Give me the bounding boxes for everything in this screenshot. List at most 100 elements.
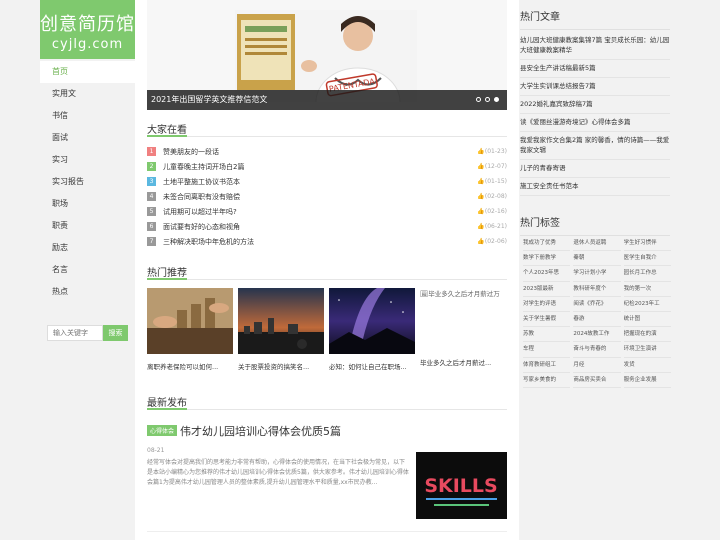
post-title[interactable]: 伟才幼儿园培训心得体会优质5篇 — [180, 425, 341, 438]
banner-slider[interactable]: PATENTADA 2021年出国留学英文推荐信范文 — [147, 0, 507, 110]
tag-link[interactable]: 关于学生暑假 — [523, 312, 571, 328]
tag-link[interactable]: 统计图 — [623, 312, 671, 328]
article-link[interactable]: 施工安全责任书范本 — [520, 178, 670, 196]
tag-link[interactable]: 环境卫生演讲 — [623, 342, 671, 358]
list-item[interactable]: 7 三种解决职场中年危机的方法 👍 (02-06) — [147, 234, 507, 249]
banner-caption[interactable]: 2021年出国留学英文推荐信范文 — [151, 95, 267, 104]
tag-link[interactable]: 教科研年度个 — [573, 282, 621, 297]
tag-link[interactable]: 纪检2023年工 — [623, 297, 671, 312]
list-item-title: 试用期可以超过半年吗? — [163, 207, 237, 216]
thumb-icon: 👍 — [477, 178, 485, 185]
tag-link[interactable]: 退休人员返聘 — [573, 236, 621, 252]
list-item[interactable]: 1 赞美朋友的一段话 👍 (01-23) — [147, 144, 507, 159]
thumb-icon: 👍 — [477, 163, 485, 170]
recommend-title[interactable]: 毕业多久之后才月薪过... — [420, 357, 506, 367]
recommend-title[interactable]: 关于股票投资的搞笑名... — [238, 361, 324, 371]
nav-item-home[interactable]: 首页 — [40, 61, 135, 83]
nav-item-letters[interactable]: 书信 — [40, 105, 135, 127]
hot-section-heading: 大家在看 — [147, 121, 507, 137]
tag-link[interactable]: 把握现在的演 — [623, 327, 671, 343]
tag-link[interactable]: 车程 — [523, 342, 571, 358]
slider-dot[interactable] — [476, 97, 481, 102]
banner-caption-bar: 2021年出国留学英文推荐信范文 — [147, 90, 507, 110]
tag-link[interactable]: 学习计划小学 — [573, 266, 621, 282]
list-item[interactable]: 4 未签合同离职有没有赔偿 👍 (02-08) — [147, 189, 507, 204]
search-input[interactable] — [47, 325, 103, 341]
list-item[interactable]: 2 儿童春晚主持词开场白2篇 👍 (12-07) — [147, 159, 507, 174]
list-item[interactable]: 3 土地平整施工协议书范本 👍 (01-15) — [147, 174, 507, 189]
nav-item-interview[interactable]: 面试 — [40, 127, 135, 149]
main-nav: 首页 实用文 书信 面试 实习 实习报告 职场 职责 励志 名言 热点 — [40, 61, 135, 303]
article-link[interactable]: 县安全生产讲话稿最新5篇 — [520, 60, 670, 78]
recommend-section-heading: 热门推荐 — [147, 264, 507, 280]
post-category-tag[interactable]: 心得体会 — [147, 425, 178, 436]
tag-link[interactable]: 发货 — [623, 358, 671, 373]
article-link[interactable]: 幼儿园大班健康教案集锦7篇 宝贝成长乐园：幼儿园大班健康教案精华 — [520, 32, 670, 60]
tag-link[interactable]: 对学生的评语 — [523, 297, 571, 312]
tag-link[interactable]: 写家乡美食的 — [523, 373, 571, 388]
search-button[interactable]: 搜索 — [103, 325, 128, 341]
tag-link[interactable]: 阅读《乔花》 — [573, 297, 621, 312]
list-item-title: 未签合同离职有没有赔偿 — [163, 192, 240, 201]
list-item-title: 三种解决职场中年危机的方法 — [163, 237, 254, 246]
tag-link[interactable]: 2023版最新 — [523, 282, 571, 297]
thumb-icon: 👍 — [477, 193, 485, 200]
tag-link[interactable]: 苏教 — [523, 327, 571, 343]
tag-link[interactable]: 数学下册教学 — [523, 251, 571, 267]
list-item[interactable]: 5 试用期可以超过半年吗? 👍 (02-16) — [147, 204, 507, 219]
tag-link[interactable]: 服务企业发展 — [623, 373, 671, 388]
post-thumbnail[interactable]: SKILLS — [416, 452, 507, 519]
slider-dot[interactable] — [485, 97, 490, 102]
nav-item-inspiration[interactable]: 励志 — [40, 237, 135, 259]
list-item-date: (02-06) — [484, 238, 507, 245]
hot-list: 1 赞美朋友的一段话 👍 (01-23) 2 儿童春晚主持词开场白2篇 👍 (12-07) … — [147, 144, 507, 249]
rank-badge: 1 — [147, 147, 156, 156]
recommend-card[interactable]: 关于股票投资的搞笑名... — [238, 288, 324, 371]
article-link[interactable]: 读《爱丽丝漫游奇境记》心得体会多篇 — [520, 114, 670, 132]
article-link[interactable]: 2022婚礼嘉宾致辞稿7篇 — [520, 96, 670, 114]
list-item[interactable]: 6 面试要有好的心态和视角 👍 (06-21) — [147, 219, 507, 234]
main-content: PATENTADA 2021年出国留学英文推荐信范文 大家在看 1 赞美朋友的一段… — [135, 0, 519, 540]
list-item-date: (02-16) — [484, 208, 507, 215]
nav-item-internship[interactable]: 实习 — [40, 149, 135, 171]
tag-link[interactable]: 2024故教工作 — [573, 327, 621, 343]
tag-link[interactable]: 我成功了优秀 — [523, 236, 571, 252]
recommend-title[interactable]: 离职养老保险可以如何... — [147, 361, 233, 371]
list-item-date: (01-15) — [484, 178, 507, 185]
recommend-card[interactable]: 🖼毕业多久之后才月薪过万 毕业多久之后才月薪过... — [420, 288, 506, 371]
nav-item-hot[interactable]: 热点 — [40, 281, 135, 303]
nav-item-internship-report[interactable]: 实习报告 — [40, 171, 135, 193]
tag-link[interactable]: 学生好习惯伴 — [623, 236, 671, 252]
article-link[interactable]: 我爱我家作文合集2篇 家的馨香，情的诗篇——我爱我家文辑 — [520, 132, 670, 160]
tag-link[interactable]: 园长月工作总 — [623, 266, 671, 282]
tag-cloud: 我成功了优秀 退休人员返聘 学生好习惯伴 数学下册教学 秦朝 医学生自我介 个人… — [523, 236, 671, 388]
tag-link[interactable]: 春游 — [573, 312, 621, 328]
tag-link[interactable]: 月经 — [573, 358, 621, 373]
tag-link[interactable]: 商品房买卖合 — [573, 373, 621, 388]
slider-dot-active[interactable] — [494, 97, 499, 102]
recommend-card[interactable]: 离职养老保险可以如何... — [147, 288, 233, 371]
nav-item-practical[interactable]: 实用文 — [40, 83, 135, 105]
rank-badge: 5 — [147, 207, 156, 216]
nav-item-quotes[interactable]: 名言 — [40, 259, 135, 281]
recommend-title[interactable]: 必知：如何让自己在职场... — [329, 361, 415, 371]
rank-badge: 6 — [147, 222, 156, 231]
sidebar: 创意简历馆 cyjlg.com 首页 实用文 书信 面试 实习 实习报告 职场 … — [40, 0, 135, 540]
tag-link[interactable]: 奋斗与青春的 — [573, 342, 621, 358]
rank-badge: 3 — [147, 177, 156, 186]
article-link[interactable]: 儿子的青春寄语 — [520, 160, 670, 178]
tag-link[interactable]: 体育教研组工 — [523, 358, 571, 373]
article-link[interactable]: 大学生实训课总结报告7篇 — [520, 78, 670, 96]
nav-item-duties[interactable]: 职责 — [40, 215, 135, 237]
list-item-title: 土地平整施工协议书范本 — [163, 177, 240, 186]
tag-link[interactable]: 秦朝 — [573, 251, 621, 267]
tag-link[interactable]: 我的第一次 — [623, 282, 671, 297]
site-logo[interactable]: 创意简历馆 cyjlg.com — [40, 0, 135, 59]
tag-link[interactable]: 个人2023年思 — [523, 266, 571, 282]
right-sidebar: 热门文章 幼儿园大班健康教案集锦7篇 宝贝成长乐园：幼儿园大班健康教案精华 县安… — [519, 0, 680, 540]
recommend-card[interactable]: 必知：如何让自己在职场... — [329, 288, 415, 371]
tag-link[interactable]: 医学生自我介 — [623, 251, 671, 267]
nav-item-workplace[interactable]: 职场 — [40, 193, 135, 215]
list-item-date: (06-21) — [484, 223, 507, 230]
recommend-image — [238, 288, 324, 354]
